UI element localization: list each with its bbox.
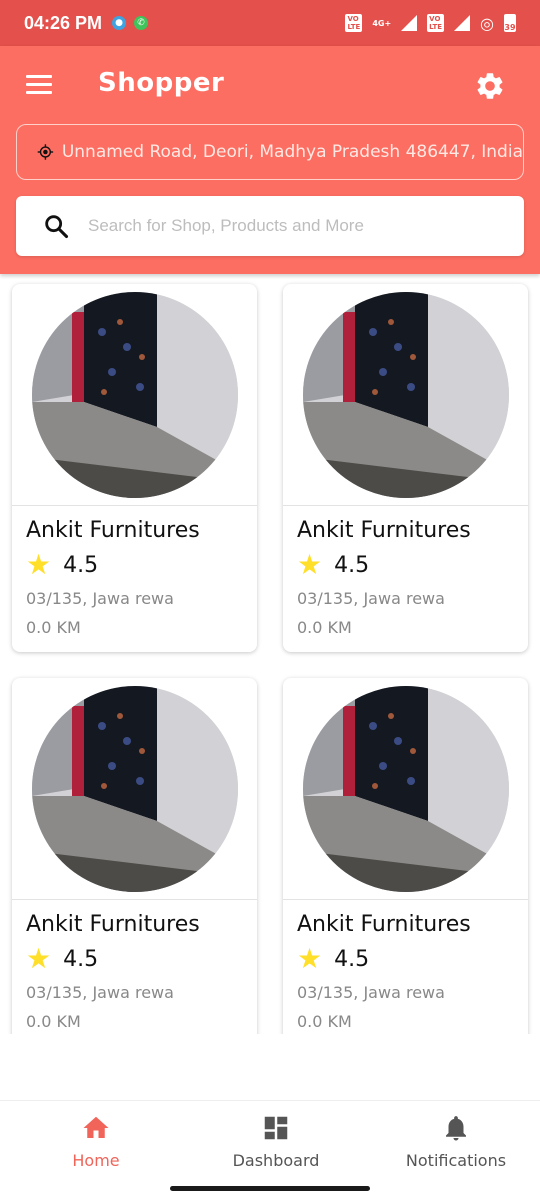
shop-address: 03/135, Jawa rewa bbox=[26, 589, 174, 608]
status-indicators: VO LTE 4G+ VO LTE ◎ 39 bbox=[345, 14, 516, 33]
shop-name: Ankit Furnitures bbox=[297, 518, 471, 543]
nav-dashboard[interactable]: Dashboard bbox=[186, 1113, 366, 1170]
shop-photo bbox=[302, 291, 509, 498]
star-icon: ★ bbox=[297, 942, 323, 975]
status-time: 04:26 PM bbox=[24, 12, 103, 33]
shop-photo bbox=[302, 685, 509, 892]
hotspot-icon: ◎ bbox=[480, 13, 494, 33]
dashboard-icon bbox=[264, 1116, 288, 1140]
gesture-home-bar[interactable] bbox=[170, 1186, 370, 1191]
shop-address: 03/135, Jawa rewa bbox=[297, 983, 445, 1002]
app-header: Shopper Unnamed Road, Deori, Madhya Prad… bbox=[0, 46, 540, 274]
shop-card[interactable]: Ankit Furnitures ★ 4.5 03/135, Jawa rewa… bbox=[283, 678, 528, 1034]
shop-card[interactable]: Ankit Furnitures ★ 4.5 03/135, Jawa rewa… bbox=[12, 284, 257, 652]
shop-distance: 0.0 KM bbox=[26, 1012, 81, 1031]
shop-photo bbox=[31, 291, 238, 498]
gps-target-icon bbox=[37, 144, 54, 160]
shop-image-area bbox=[283, 284, 528, 506]
network-type: 4G+ bbox=[372, 18, 392, 28]
nav-notifications-label: Notifications bbox=[405, 1151, 507, 1170]
android-notification-icon: ● bbox=[112, 16, 127, 30]
shop-card[interactable]: Ankit Furnitures ★ 4.5 03/135, Jawa rewa… bbox=[283, 284, 528, 652]
home-icon bbox=[83, 1116, 109, 1138]
shop-distance: 0.0 KM bbox=[297, 618, 352, 637]
shop-rating: ★ 4.5 bbox=[297, 945, 528, 973]
settings-gear-icon[interactable] bbox=[474, 70, 506, 102]
battery-icon: 39 bbox=[504, 14, 516, 32]
shop-address: 03/135, Jawa rewa bbox=[297, 589, 445, 608]
whatsapp-icon: ✆ bbox=[134, 16, 149, 30]
shop-rating: ★ 4.5 bbox=[26, 945, 257, 973]
shop-rating: ★ 4.5 bbox=[26, 551, 257, 579]
rating-value: 4.5 bbox=[63, 552, 99, 578]
shop-image-area bbox=[283, 678, 528, 900]
nav-home-label: Home bbox=[72, 1151, 120, 1170]
shop-rating: ★ 4.5 bbox=[297, 551, 528, 579]
rating-value: 4.5 bbox=[63, 946, 99, 972]
location-selector[interactable]: Unnamed Road, Deori, Madhya Pradesh 4864… bbox=[16, 124, 524, 180]
bell-icon bbox=[446, 1116, 466, 1141]
star-icon: ★ bbox=[297, 548, 323, 581]
shop-image-area bbox=[12, 284, 257, 506]
menu-icon[interactable] bbox=[26, 75, 52, 95]
rating-value: 4.5 bbox=[334, 946, 370, 972]
nav-notifications[interactable]: Notifications bbox=[366, 1113, 540, 1170]
shop-distance: 0.0 KM bbox=[297, 1012, 352, 1031]
status-bar: 04:26 PM ● ✆ VO LTE 4G+ VO LTE ◎ 39 bbox=[0, 0, 540, 46]
shop-card[interactable]: Ankit Furnitures ★ 4.5 03/135, Jawa rewa… bbox=[12, 678, 257, 1034]
signal-icon bbox=[401, 15, 418, 31]
volte-icon-2: VO LTE bbox=[427, 14, 445, 32]
volte-icon: VO LTE bbox=[345, 14, 363, 32]
location-text: Unnamed Road, Deori, Madhya Pradesh 4864… bbox=[61, 142, 523, 162]
shop-image-area bbox=[12, 678, 257, 900]
bottom-navigation: Home Dashboard Notifications bbox=[0, 1100, 540, 1200]
star-icon: ★ bbox=[26, 942, 52, 975]
app-title: Shopper bbox=[98, 68, 225, 98]
shop-grid: Ankit Furnitures ★ 4.5 03/135, Jawa rewa… bbox=[0, 274, 540, 1034]
search-bar[interactable] bbox=[16, 196, 524, 256]
shop-name: Ankit Furnitures bbox=[297, 912, 471, 937]
rating-value: 4.5 bbox=[334, 552, 370, 578]
shop-name: Ankit Furnitures bbox=[26, 912, 200, 937]
search-input[interactable] bbox=[88, 216, 488, 236]
star-icon: ★ bbox=[26, 548, 52, 581]
shop-name: Ankit Furnitures bbox=[26, 518, 200, 543]
signal-icon-2 bbox=[454, 15, 471, 31]
shop-address: 03/135, Jawa rewa bbox=[26, 983, 174, 1002]
shop-distance: 0.0 KM bbox=[26, 618, 81, 637]
shop-photo bbox=[31, 685, 238, 892]
nav-home[interactable]: Home bbox=[6, 1113, 186, 1170]
search-icon bbox=[45, 215, 69, 239]
nav-dashboard-label: Dashboard bbox=[232, 1151, 320, 1170]
